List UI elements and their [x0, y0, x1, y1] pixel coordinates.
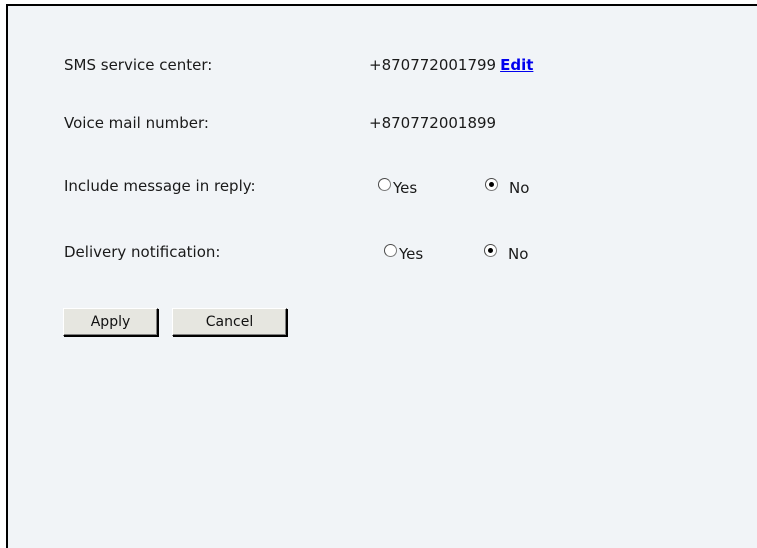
apply-button[interactable]: Apply	[63, 308, 158, 336]
delivery-notification-yes-label[interactable]: Yes	[399, 243, 423, 265]
cancel-button[interactable]: Cancel	[172, 308, 287, 336]
include-message-in-reply-label: Include message in reply:	[64, 177, 256, 195]
delivery-notification-label: Delivery notification:	[64, 243, 221, 261]
include-message-yes-label[interactable]: Yes	[393, 177, 417, 199]
include-message-no-radio[interactable]	[485, 178, 498, 191]
delivery-notification-no-label[interactable]: No	[508, 243, 528, 265]
include-message-yes-radio[interactable]	[378, 178, 391, 191]
voice-mail-number-value: +870772001899	[369, 114, 497, 132]
include-message-no-label[interactable]: No	[509, 177, 529, 199]
edit-sms-service-center-link[interactable]: Edit	[500, 56, 533, 74]
voice-mail-number-label: Voice mail number:	[64, 114, 209, 132]
sms-service-center-label: SMS service center:	[64, 56, 213, 74]
sms-service-center-value-group: +870772001799 Edit	[369, 54, 533, 76]
settings-panel: SMS service center: +870772001799 Edit Vo…	[6, 4, 757, 548]
delivery-notification-no-radio[interactable]	[484, 244, 497, 257]
delivery-notification-yes-radio[interactable]	[384, 244, 397, 257]
sms-service-center-value: +870772001799	[369, 56, 497, 74]
